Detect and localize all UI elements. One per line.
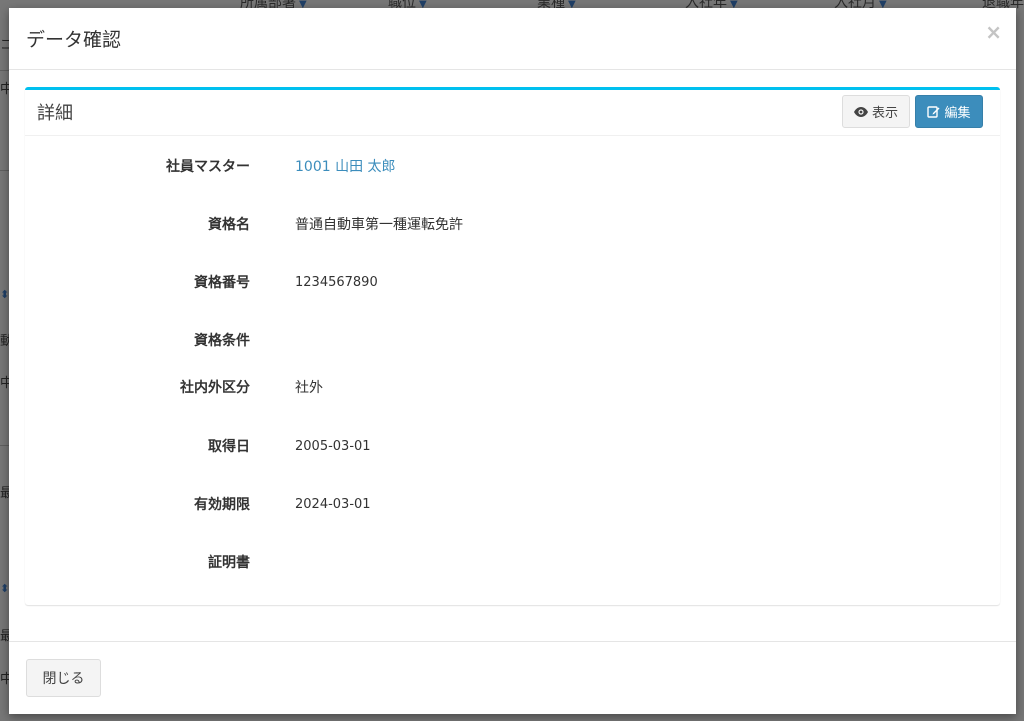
field-employee: 社員マスター 1001 山田 太郎 <box>25 154 1000 178</box>
field-value: 1234567890 <box>295 274 378 290</box>
bg-sort-icon: ⬍ <box>0 288 9 301</box>
bg-row-fragment: 最 <box>0 629 9 644</box>
bg-row-fragment: 動 <box>0 334 9 349</box>
bg-sort-icon: ⬍ <box>0 582 9 595</box>
data-confirm-modal: データ確認 × 詳細 表示 編集 社員マスター 1001 山田 太郎 資格名 普… <box>9 8 1016 714</box>
modal-body: 詳細 表示 編集 社員マスター 1001 山田 太郎 資格名 普通自動車第一種運… <box>9 70 1016 640</box>
field-value: 社外 <box>295 380 323 396</box>
field-label: 資格番号 <box>194 275 250 291</box>
field-internal-external: 社内外区分 社外 <box>25 375 1000 399</box>
employee-link[interactable]: 1001 山田 太郎 <box>295 156 396 176</box>
bg-divider <box>0 445 9 446</box>
close-icon[interactable]: × <box>985 22 1002 42</box>
edit-button[interactable]: 編集 <box>915 95 983 128</box>
eye-icon <box>853 106 868 117</box>
view-button-label: 表示 <box>871 106 898 121</box>
field-qualification-name: 資格名 普通自動車第一種運転免許 <box>25 212 1000 236</box>
field-value: 2005-03-01 <box>295 438 371 454</box>
bg-divider <box>0 170 9 171</box>
modal-title: データ確認 <box>26 29 122 51</box>
field-label: 有効期限 <box>194 497 250 513</box>
field-value: 普通自動車第一種運転免許 <box>295 217 463 233</box>
field-qualification-condition: 資格条件 <box>25 328 1000 352</box>
field-expiry-date: 有効期限 2024-03-01 <box>25 492 1000 516</box>
edit-button-label: 編集 <box>944 106 971 121</box>
field-label: 社内外区分 <box>180 380 250 396</box>
field-label: 取得日 <box>208 439 250 455</box>
close-button[interactable]: 閉じる <box>26 659 101 697</box>
detail-panel: 詳細 表示 編集 社員マスター 1001 山田 太郎 資格名 普通自動車第一種運… <box>25 87 1000 605</box>
edit-icon <box>927 106 940 118</box>
modal-footer: 閉じる <box>9 641 1016 714</box>
bg-row-fragment: コ <box>0 38 9 53</box>
field-label: 資格名 <box>208 217 250 233</box>
field-value: 2024-03-01 <box>295 496 371 512</box>
field-certificate: 証明書 <box>25 550 1000 574</box>
field-label: 証明書 <box>208 555 250 571</box>
bg-row-fragment: 中 <box>0 376 9 391</box>
bg-row-fragment: 中 <box>0 82 9 97</box>
detail-panel-header: 詳細 表示 編集 <box>25 90 1000 136</box>
view-button[interactable]: 表示 <box>842 95 910 128</box>
detail-panel-title: 詳細 <box>37 103 73 124</box>
bg-row-fragment: 中 <box>0 672 9 687</box>
bg-row-fragment: 最 <box>0 486 9 501</box>
modal-header: データ確認 × <box>9 8 1016 70</box>
field-qualification-number: 資格番号 1234567890 <box>25 270 1000 294</box>
field-label: 資格条件 <box>194 333 250 349</box>
bg-divider <box>0 70 9 71</box>
field-acquired-date: 取得日 2005-03-01 <box>25 434 1000 458</box>
field-label: 社員マスター <box>166 159 250 175</box>
